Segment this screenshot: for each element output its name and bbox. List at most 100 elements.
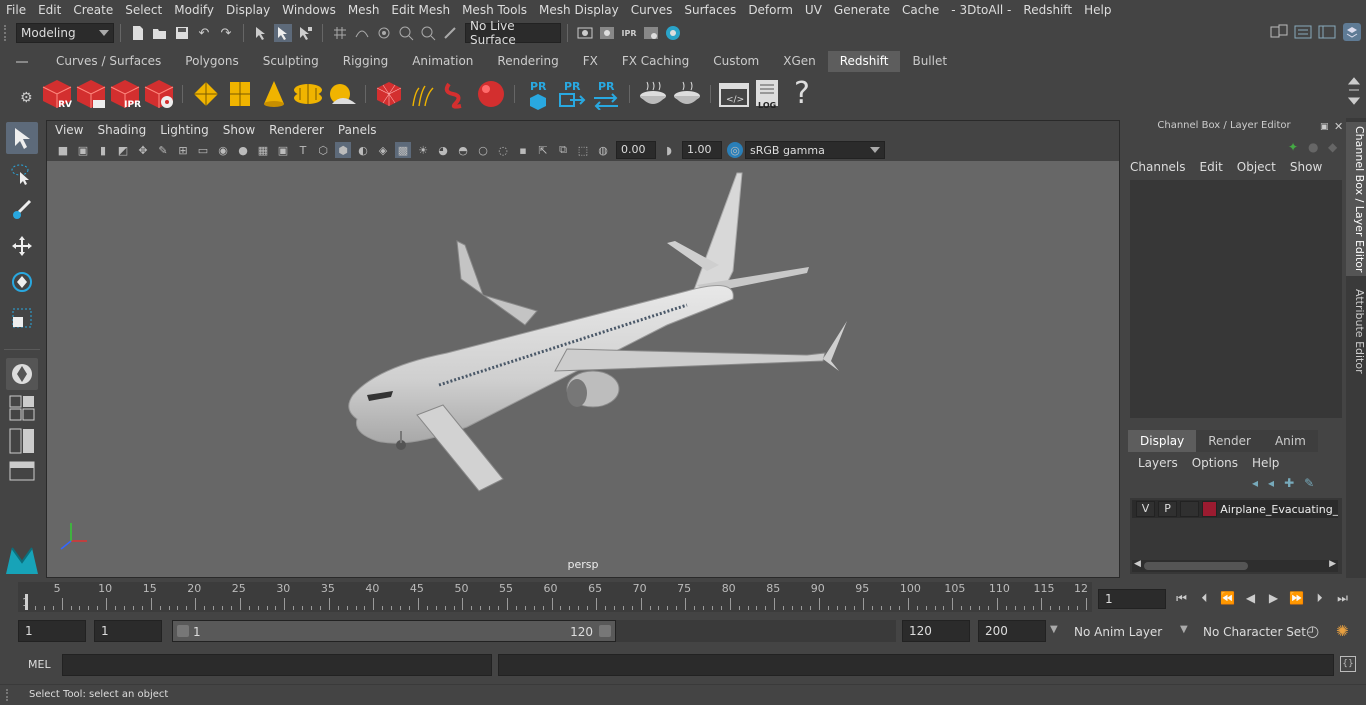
isolate-select-icon[interactable]: ▪ <box>515 142 531 158</box>
animation-start-field[interactable]: 1 <box>18 620 86 642</box>
tab-display[interactable]: Display <box>1128 430 1197 452</box>
grid-icon[interactable]: ⊞ <box>175 142 191 158</box>
tab-rendering[interactable]: Rendering <box>485 51 571 72</box>
redshift-mesh-light-icon[interactable] <box>373 78 405 110</box>
playback-end-field[interactable]: 120 <box>902 620 970 642</box>
layer-display-type[interactable] <box>1180 501 1200 517</box>
tab-custom[interactable]: Custom <box>701 51 772 72</box>
character-set-chevron-icon[interactable]: ▼ <box>1180 624 1188 635</box>
resolution-gate-icon[interactable]: ◉ <box>215 142 231 158</box>
redshift-pr-export-icon[interactable]: PR <box>556 78 588 110</box>
menu-curves[interactable]: Curves <box>625 3 679 17</box>
color-management-icon[interactable]: ◎ <box>727 142 743 158</box>
animation-end-field[interactable]: 200 <box>978 620 1046 642</box>
anim-layer-chevron-icon[interactable]: ▼ <box>1050 624 1058 635</box>
xray-components-icon[interactable]: ⬚ <box>575 142 591 158</box>
gamma-icon[interactable]: ◗ <box>661 142 677 158</box>
snap-view-plane-icon[interactable] <box>397 24 415 42</box>
play-backwards-icon[interactable]: ◀ <box>1241 588 1260 608</box>
outliner-layout[interactable] <box>6 460 38 482</box>
redshift-batch-render-icon[interactable] <box>75 78 107 110</box>
2d-pan-zoom-icon[interactable]: ✥ <box>135 142 151 158</box>
new-layer-icon[interactable]: ✚ <box>1284 476 1294 490</box>
layer-menu-options[interactable]: Options <box>1192 456 1238 470</box>
channel-box-options-icon[interactable]: ✦ <box>1288 140 1298 154</box>
redshift-material-sphere-icon[interactable] <box>475 78 507 110</box>
menu-windows[interactable]: Windows <box>276 3 342 17</box>
single-pane-layout[interactable] <box>6 394 38 422</box>
select-components-icon[interactable] <box>296 24 314 42</box>
redshift-curve-icon[interactable] <box>441 78 473 110</box>
step-forward-frame-icon[interactable]: ⏵ <box>1310 588 1329 608</box>
select-tool[interactable] <box>6 122 38 154</box>
shelf-settings-gear-icon[interactable]: ⚙ <box>20 90 33 106</box>
redshift-ipr-icon[interactable]: IPR <box>109 78 141 110</box>
shade-wireframe-icon[interactable]: ◐ <box>355 142 371 158</box>
layer-playback-toggle[interactable]: P <box>1158 501 1178 517</box>
float-panel-icon[interactable]: ▣ <box>1320 122 1329 132</box>
viewport-canvas[interactable]: persp <box>47 161 1119 577</box>
menu-file[interactable]: File <box>0 3 32 17</box>
channel-box-body[interactable] <box>1130 180 1342 418</box>
script-language-toggle[interactable]: MEL <box>28 658 51 671</box>
snap-point-icon[interactable] <box>375 24 393 42</box>
make-live-icon[interactable] <box>441 24 459 42</box>
viewport-menu-show[interactable]: Show <box>216 123 262 137</box>
layer-row[interactable]: V P Airplane_Evacuating_P <box>1132 500 1338 518</box>
scroll-left-icon[interactable]: ◀ <box>1134 559 1141 569</box>
current-frame-field[interactable]: 1 <box>1098 589 1166 609</box>
layer-menu-help[interactable]: Help <box>1252 456 1279 470</box>
cb-menu-edit[interactable]: Edit <box>1200 160 1223 174</box>
layer-name[interactable]: Airplane_Evacuating_P <box>1220 503 1338 516</box>
tab-anim[interactable]: Anim <box>1262 430 1318 452</box>
redshift-render-view-icon[interactable]: RV <box>41 78 73 110</box>
move-tool[interactable] <box>6 230 38 262</box>
channel-box-pin-icon[interactable]: ◆ <box>1328 140 1337 154</box>
gate-mask-icon[interactable]: ● <box>235 142 251 158</box>
layer-menu-layers[interactable]: Layers <box>1138 456 1178 470</box>
menu-create[interactable]: Create <box>67 3 119 17</box>
grease-pencil-icon[interactable]: ✎ <box>155 142 171 158</box>
range-slider[interactable]: 1 120 <box>172 620 616 642</box>
character-set-label[interactable]: No Character Set <box>1203 625 1306 639</box>
current-time-marker[interactable] <box>25 594 28 610</box>
new-layer-selected-icon[interactable]: ✎ <box>1304 476 1314 490</box>
ambient-occlusion-icon[interactable]: ◕ <box>435 142 451 158</box>
tab-rigging[interactable]: Rigging <box>330 51 401 72</box>
tab-sculpting[interactable]: Sculpting <box>250 51 331 72</box>
redshift-bake-options-icon[interactable] <box>671 78 703 110</box>
move-layer-down-icon[interactable]: ◂ <box>1268 476 1274 490</box>
xray-icon[interactable]: ⇱ <box>535 142 551 158</box>
undo-icon[interactable]: ↶ <box>195 24 213 42</box>
cb-menu-channels[interactable]: Channels <box>1130 160 1186 174</box>
anim-layer-label[interactable]: No Anim Layer <box>1074 625 1162 639</box>
smooth-shade-icon[interactable]: ⬢ <box>335 142 351 158</box>
redshift-help-icon[interactable]: ? <box>786 76 818 111</box>
safe-action-icon[interactable]: ▣ <box>275 142 291 158</box>
hypershade-icon[interactable] <box>664 24 682 42</box>
exposure-icon[interactable]: ◍ <box>595 142 611 158</box>
xray-joints-icon[interactable]: ⧉ <box>555 142 571 158</box>
side-tab-attribute-editor[interactable]: Attribute Editor <box>1346 284 1366 378</box>
tab-xgen[interactable]: XGen <box>771 51 828 72</box>
tab-fx-caching[interactable]: FX Caching <box>609 51 702 72</box>
shadows-icon[interactable]: ☀ <box>415 142 431 158</box>
menu-deform[interactable]: Deform <box>742 3 799 17</box>
depth-of-field-icon[interactable]: ◌ <box>495 142 511 158</box>
menu-3dtoall[interactable]: - 3DtoAll - <box>945 3 1017 17</box>
wireframe-icon[interactable]: ⬡ <box>315 142 331 158</box>
range-end-handle[interactable] <box>599 625 611 637</box>
open-scene-icon[interactable] <box>151 24 169 42</box>
menu-mesh-tools[interactable]: Mesh Tools <box>456 3 533 17</box>
redshift-script-editor-icon[interactable]: </> <box>718 78 750 110</box>
redshift-bake-icon[interactable] <box>637 78 669 110</box>
live-surface-field[interactable]: No Live Surface <box>465 19 561 47</box>
snap-curve-icon[interactable] <box>353 24 371 42</box>
shelf-menu-icon[interactable] <box>0 51 44 72</box>
step-back-frame-icon[interactable]: ⏴ <box>1195 588 1214 608</box>
menu-display[interactable]: Display <box>220 3 276 17</box>
menu-edit-mesh[interactable]: Edit Mesh <box>385 3 456 17</box>
anti-aliasing-icon[interactable]: ○ <box>475 142 491 158</box>
tab-polygons[interactable]: Polygons <box>173 51 251 72</box>
render-frame-icon[interactable] <box>598 24 616 42</box>
